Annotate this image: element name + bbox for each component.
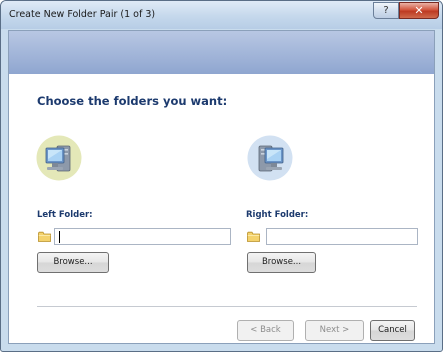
close-icon: ✕ bbox=[414, 4, 424, 17]
page-heading: Choose the folders you want: bbox=[37, 94, 228, 108]
computer-icon bbox=[36, 135, 82, 181]
header-banner bbox=[9, 31, 434, 74]
left-browse-button[interactable]: Browse... bbox=[37, 252, 109, 273]
folder-icon bbox=[38, 231, 51, 242]
close-button[interactable]: ✕ bbox=[399, 2, 439, 19]
footer-separator bbox=[37, 306, 417, 307]
left-folder-label: Left Folder: bbox=[37, 210, 93, 220]
left-folder-input[interactable] bbox=[54, 228, 231, 245]
right-browse-button[interactable]: Browse... bbox=[247, 252, 316, 273]
window-title: Create New Folder Pair (1 of 3) bbox=[9, 9, 156, 20]
dialog-window: Create New Folder Pair (1 of 3) ? ✕ Choo… bbox=[0, 0, 443, 352]
help-icon: ? bbox=[383, 5, 389, 16]
back-button[interactable]: < Back bbox=[237, 320, 294, 341]
cancel-button[interactable]: Cancel bbox=[370, 320, 415, 341]
computer-icon bbox=[247, 135, 293, 181]
folder-icon bbox=[247, 231, 260, 242]
right-folder-label: Right Folder: bbox=[246, 210, 309, 220]
title-bar[interactable]: Create New Folder Pair (1 of 3) ? ✕ bbox=[1, 1, 442, 29]
right-folder-input[interactable] bbox=[266, 228, 418, 245]
help-button[interactable]: ? bbox=[373, 2, 399, 19]
text-caret bbox=[59, 231, 60, 243]
next-button[interactable]: Next > bbox=[305, 320, 364, 341]
dialog-body: Choose the folders you want: Left Folder… bbox=[8, 30, 435, 344]
